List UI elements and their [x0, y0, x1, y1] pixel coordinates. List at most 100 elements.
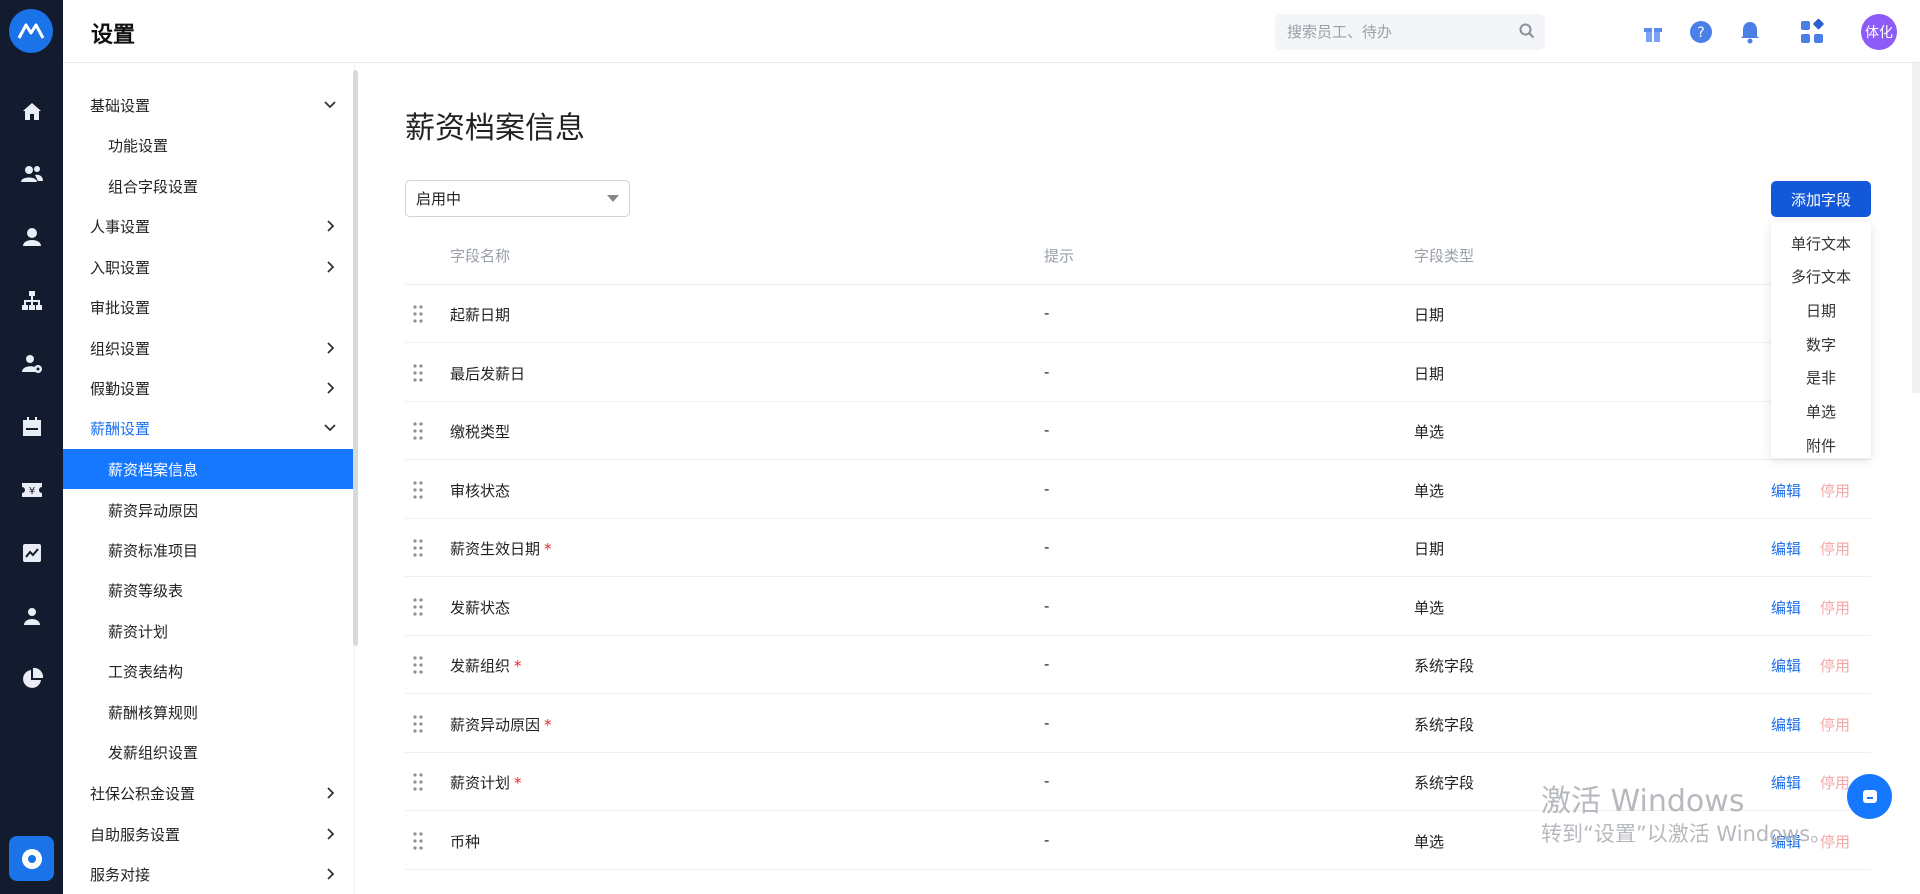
sidebar-item[interactable]: 审批设置: [63, 287, 355, 327]
field-type: 系统字段: [1414, 774, 1475, 792]
disable-link[interactable]: 停用: [1820, 772, 1850, 793]
sidebar-item[interactable]: 薪酬核算规则: [63, 692, 355, 732]
sidebar-item[interactable]: 薪资等级表: [63, 570, 355, 610]
field-name: 币种: [450, 832, 481, 851]
sidebar-item[interactable]: 自助服务设置: [63, 814, 355, 854]
sidebar-item[interactable]: 薪资异动原因: [63, 490, 355, 530]
svg-text:?: ?: [1697, 25, 1704, 41]
field-name: 薪资异动原因: [450, 715, 541, 734]
drag-handle-icon[interactable]: [411, 421, 425, 441]
report-icon[interactable]: [18, 539, 45, 566]
drag-handle-icon[interactable]: [411, 480, 425, 500]
menu-item[interactable]: 附件: [1771, 428, 1871, 462]
chat-icon: [1862, 789, 1877, 803]
drag-handle-icon[interactable]: [411, 655, 425, 675]
gift-icon[interactable]: [1639, 18, 1667, 46]
disable-link[interactable]: 停用: [1820, 714, 1850, 735]
person-icon[interactable]: [18, 223, 45, 250]
sidebar-item[interactable]: 入职设置: [63, 247, 355, 287]
edit-link[interactable]: 编辑: [1771, 772, 1801, 793]
edit-link[interactable]: 编辑: [1771, 714, 1801, 735]
page-scrollbar[interactable]: [1912, 63, 1920, 393]
sidebar-item[interactable]: 社保公积金设置: [63, 773, 355, 813]
salary-icon[interactable]: ¥: [18, 476, 45, 503]
menu-item[interactable]: 单行文本: [1771, 226, 1871, 260]
menu-item[interactable]: 日期: [1771, 293, 1871, 327]
help-icon[interactable]: ?: [1687, 18, 1715, 46]
menu-item[interactable]: 数字: [1771, 327, 1871, 361]
table-row: 薪资异动原因 * - 系统字段 编辑 停用: [405, 695, 1871, 753]
sidebar-item[interactable]: 工资表结构: [63, 651, 355, 691]
edit-link[interactable]: 编辑: [1771, 480, 1801, 501]
disable-link[interactable]: 停用: [1820, 655, 1850, 676]
search-input[interactable]: [1275, 14, 1545, 50]
app-logo[interactable]: [9, 9, 53, 53]
field-type: 单选: [1414, 598, 1445, 617]
sidebar-item[interactable]: 服务对接: [63, 854, 355, 894]
disable-link[interactable]: 停用: [1820, 597, 1850, 618]
status-filter-select[interactable]: 启用中: [405, 180, 630, 217]
sidebar-item[interactable]: 薪酬设置: [63, 408, 355, 448]
home-icon[interactable]: [18, 98, 45, 125]
field-hint: -: [1044, 421, 1050, 439]
windows-activation-subtitle: 转到“设置”以激活 Windows。: [1541, 822, 1832, 846]
apps-icon[interactable]: [1798, 18, 1826, 46]
field-type: 日期: [1414, 364, 1445, 383]
menu-item[interactable]: 单选: [1771, 395, 1871, 429]
add-field-button[interactable]: 添加字段: [1771, 181, 1871, 217]
edit-link[interactable]: 编辑: [1771, 597, 1801, 618]
drag-handle-icon[interactable]: [411, 304, 425, 324]
users-icon[interactable]: [18, 160, 45, 187]
drag-handle-icon[interactable]: [411, 831, 425, 851]
sidebar-item[interactable]: 组合字段设置: [63, 166, 355, 206]
person-settings-icon[interactable]: [18, 350, 45, 377]
chat-button[interactable]: [1847, 774, 1892, 819]
settings-sidebar: 基础设置 功能设置 组合字段设置 人事设置 入职设置 审批设置组织设置假勤设置薪酬设置薪资…: [63, 63, 355, 894]
sidebar-item[interactable]: 组织设置: [63, 328, 355, 368]
sidebar-item-label: 薪酬设置: [90, 419, 151, 438]
chevron-right-icon: [327, 868, 335, 880]
sidebar-item[interactable]: 薪资标准项目: [63, 530, 355, 570]
drag-handle-icon[interactable]: [411, 538, 425, 558]
pie-chart-icon[interactable]: [18, 665, 45, 692]
drag-handle-icon[interactable]: [411, 772, 425, 792]
table-row: 薪资生效日期 * - 日期 编辑 停用: [405, 519, 1871, 577]
search-icon[interactable]: [1518, 22, 1536, 40]
edit-link[interactable]: 编辑: [1771, 538, 1801, 559]
sidebar-item[interactable]: 人事设置: [63, 206, 355, 246]
profile-icon[interactable]: [18, 602, 45, 629]
disable-link[interactable]: 停用: [1820, 538, 1850, 559]
table-row: 发薪组织 * - 系统字段 编辑 停用: [405, 636, 1871, 694]
chevron-down-icon: [324, 424, 336, 432]
sidebar-scrollbar[interactable]: [353, 70, 358, 646]
menu-item[interactable]: 多行文本: [1771, 260, 1871, 294]
sidebar-item-label: 薪酬核算规则: [108, 703, 199, 722]
table-row: 审核状态 - 单选 编辑 停用: [405, 461, 1871, 519]
sidebar-item[interactable]: 功能设置: [63, 125, 355, 165]
required-mark: *: [544, 715, 552, 734]
sidebar-item-label: 组织设置: [90, 339, 151, 358]
notification-bell-icon[interactable]: [1736, 18, 1764, 46]
field-name: 薪资生效日期: [450, 540, 541, 558]
field-hint: -: [1044, 772, 1050, 790]
sidebar-item[interactable]: 薪资档案信息: [63, 449, 355, 489]
sidebar-item[interactable]: 发薪组织设置: [63, 732, 355, 772]
sidebar-item[interactable]: 基础设置: [63, 85, 355, 125]
chevron-right-icon: [327, 261, 335, 273]
calendar-icon[interactable]: [18, 413, 45, 440]
user-avatar[interactable]: 体化: [1861, 14, 1897, 50]
disable-link[interactable]: 停用: [1820, 480, 1850, 501]
app-rail: ¥: [0, 0, 63, 894]
field-name-cell: 发薪状态: [450, 597, 510, 618]
sidebar-item[interactable]: 假勤设置: [63, 368, 355, 408]
drag-handle-icon[interactable]: [411, 597, 425, 617]
drag-handle-icon[interactable]: [411, 363, 425, 383]
sidebar-item[interactable]: 薪资计划: [63, 611, 355, 651]
org-chart-icon[interactable]: [18, 287, 45, 314]
settings-button[interactable]: [9, 836, 54, 881]
page-header-title: 设置: [91, 23, 136, 48]
field-name-cell: 起薪日期: [450, 304, 510, 325]
edit-link[interactable]: 编辑: [1771, 655, 1801, 676]
drag-handle-icon[interactable]: [411, 714, 425, 734]
menu-item[interactable]: 是非: [1771, 361, 1871, 395]
